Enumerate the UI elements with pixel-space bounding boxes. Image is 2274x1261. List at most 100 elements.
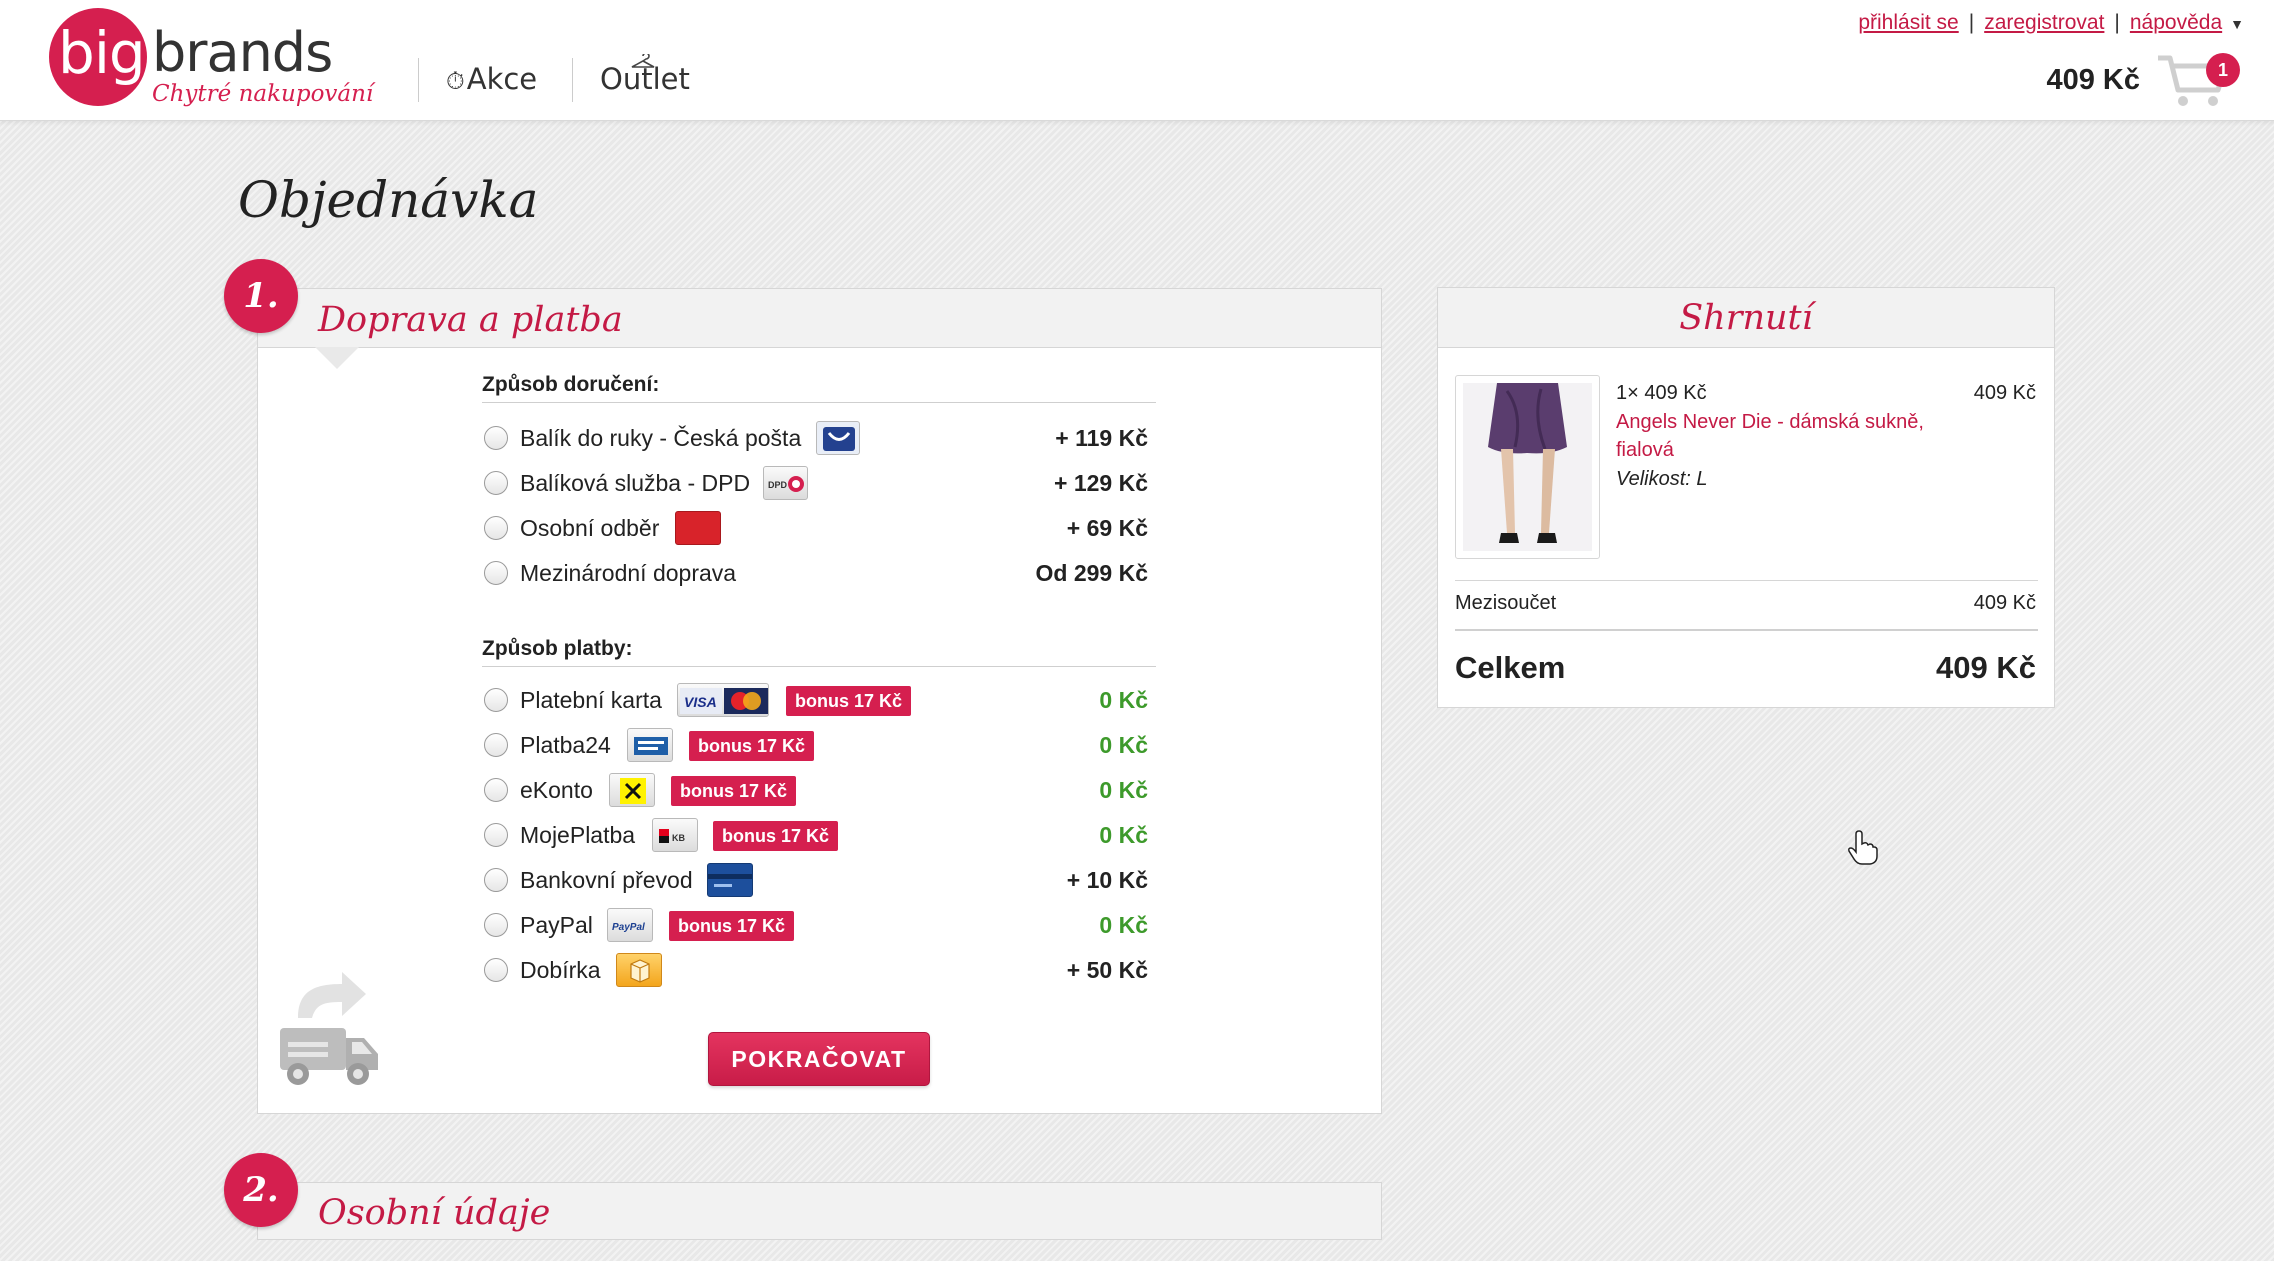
delivery-method-label: Způsob doručení:: [482, 373, 660, 396]
radio-button[interactable]: [484, 471, 508, 495]
radio-button[interactable]: [484, 868, 508, 892]
delivery-option-dpd[interactable]: Balíková služba - DPD DPD + 129 Kč: [482, 461, 1156, 505]
step1-number-badge: 1.: [224, 259, 298, 333]
login-link[interactable]: přihlásit se: [1858, 11, 1958, 34]
section-divider: [482, 666, 1156, 667]
radio-button[interactable]: [484, 913, 508, 937]
link-separator: |: [1968, 11, 1975, 34]
page-title: Objednávka: [238, 171, 539, 229]
summary-divider: [1455, 580, 2038, 581]
bonus-badge: bonus 17 Kč: [689, 731, 815, 761]
site-header: big brands Chytré nakupování ⏱Akce Outle…: [0, 0, 2274, 121]
item-size: Velikost: L: [1616, 468, 1708, 490]
radio-button[interactable]: [484, 778, 508, 802]
option-price: 0 Kč: [1099, 822, 1148, 848]
svg-text:VISA: VISA: [684, 694, 717, 710]
option-label: PayPal: [520, 912, 593, 938]
payment-option-mojeplatba[interactable]: MojePlatba KB bonus 17 Kč 0 Kč: [482, 813, 1156, 857]
paypal-logo: PayPal: [607, 908, 653, 942]
product-thumbnail[interactable]: [1455, 375, 1600, 559]
help-link[interactable]: nápověda: [2130, 11, 2222, 34]
step2-title[interactable]: Osobní údaje: [318, 1191, 550, 1235]
cart-total[interactable]: 409 Kč: [2046, 62, 2140, 98]
ceska-sporitelna-logo: [627, 728, 673, 762]
total-label: Celkem: [1455, 650, 1566, 685]
summary-divider: [1455, 629, 2038, 631]
radio-button[interactable]: [484, 688, 508, 712]
svg-text:DPD: DPD: [768, 480, 788, 490]
option-label: Osobní odběr: [520, 515, 660, 541]
radio-button[interactable]: [484, 823, 508, 847]
option-label: Mezinárodní doprava: [520, 560, 737, 586]
option-price: 0 Kč: [1099, 687, 1148, 713]
total-value: 409 Kč: [1936, 650, 2036, 685]
option-price: + 129 Kč: [1054, 470, 1148, 496]
payment-option-bankovni-prevod[interactable]: Bankovní převod + 10 Kč: [482, 858, 1156, 902]
hand-cursor-icon: [1848, 830, 1878, 865]
account-links: přihlásit se | zaregistrovat | nápověda ▼: [1858, 8, 2244, 39]
nav-akce[interactable]: ⏱Akce: [446, 60, 537, 100]
option-price: + 119 Kč: [1055, 425, 1148, 451]
option-label: Dobírka: [520, 957, 601, 983]
payment-method-label: Způsob platby:: [482, 637, 633, 660]
radio-button[interactable]: [484, 958, 508, 982]
option-price: + 50 Kč: [1066, 957, 1148, 983]
option-label: Balík do ruky - Česká pošta: [520, 425, 802, 451]
payment-option-paypal[interactable]: PayPal PayPal bonus 17 Kč 0 Kč: [482, 903, 1156, 947]
radio-button[interactable]: [484, 516, 508, 540]
option-price: 0 Kč: [1099, 777, 1148, 803]
nav-divider: [572, 58, 573, 102]
ulozenka-logo: [675, 511, 721, 545]
payment-option-platba24[interactable]: Platba24 bonus 17 Kč 0 Kč: [482, 723, 1156, 767]
register-link[interactable]: zaregistrovat: [1984, 11, 2104, 34]
option-label: Bankovní převod: [520, 867, 693, 893]
kb-logo: KB: [652, 818, 698, 852]
radio-button[interactable]: [484, 426, 508, 450]
option-price: + 10 Kč: [1066, 867, 1148, 893]
package-logo: [616, 953, 662, 987]
raiffeisen-logo: [609, 773, 655, 807]
ceska-posta-logo: [816, 421, 860, 455]
logo-big-text[interactable]: big: [58, 18, 146, 88]
product-image[interactable]: [1463, 383, 1592, 551]
radio-button[interactable]: [484, 733, 508, 757]
delivery-option-ceska-posta[interactable]: Balík do ruky - Česká pošta + 119 Kč: [482, 416, 1156, 460]
link-separator: |: [2114, 11, 2120, 34]
order-summary: Shrnutí 1× 409 Kč 409 Kč Angels Never Di…: [1437, 287, 2055, 708]
option-label: Balíková služba - DPD: [520, 470, 751, 496]
delivery-option-mezinarodni[interactable]: Mezinárodní doprava Od 299 Kč: [482, 551, 1156, 595]
delivery-option-osobni-odber[interactable]: Osobní odběr + 69 Kč: [482, 506, 1156, 550]
bonus-badge: bonus 17 Kč: [669, 911, 795, 941]
option-label: MojePlatba: [520, 822, 636, 848]
bonus-badge: bonus 17 Kč: [671, 776, 797, 806]
step1-title: Doprava a platba: [318, 300, 623, 340]
radio-button[interactable]: [484, 561, 508, 585]
subtotal-value: 409 Kč: [1973, 592, 2036, 614]
bonus-badge: bonus 17 Kč: [786, 686, 912, 716]
subtotal-label: Mezisoučet: [1455, 592, 1557, 614]
nav-divider: [418, 58, 419, 102]
item-price: 409 Kč: [1973, 382, 2036, 404]
hanger-icon: [631, 54, 655, 68]
chevron-down-icon[interactable]: ▼: [2230, 16, 2244, 32]
payment-option-platebni-karta[interactable]: Platební karta VISA bonus 17 Kč 0 Kč: [482, 678, 1156, 722]
payment-option-dobirka[interactable]: Dobírka + 50 Kč: [482, 948, 1156, 992]
summary-title: Shrnutí: [1679, 298, 1813, 338]
step2-number-badge: 2.: [224, 1153, 298, 1227]
logo-tagline: Chytré nakupování: [152, 81, 374, 107]
continue-button[interactable]: POKRAČOVAT: [708, 1032, 930, 1086]
option-price: 0 Kč: [1099, 732, 1148, 758]
svg-text:KB: KB: [672, 833, 685, 843]
logo-brands-text[interactable]: brands: [152, 18, 333, 88]
option-price: 0 Kč: [1099, 912, 1148, 938]
svg-text:PayPal: PayPal: [612, 922, 645, 933]
payment-option-ekonto[interactable]: eKonto bonus 17 Kč 0 Kč: [482, 768, 1156, 812]
header-pointer: [315, 347, 359, 369]
item-name-link[interactable]: Angels Never Die - dámská sukně, fialová: [1616, 408, 1956, 464]
option-label: eKonto: [520, 777, 593, 803]
bank-card-logo: [707, 863, 753, 897]
option-label: Platební karta: [520, 687, 662, 713]
cart-count-badge[interactable]: 1: [2206, 53, 2240, 87]
option-price: Od 299 Kč: [1035, 560, 1149, 586]
nav-akce-label: Akce: [466, 62, 538, 96]
